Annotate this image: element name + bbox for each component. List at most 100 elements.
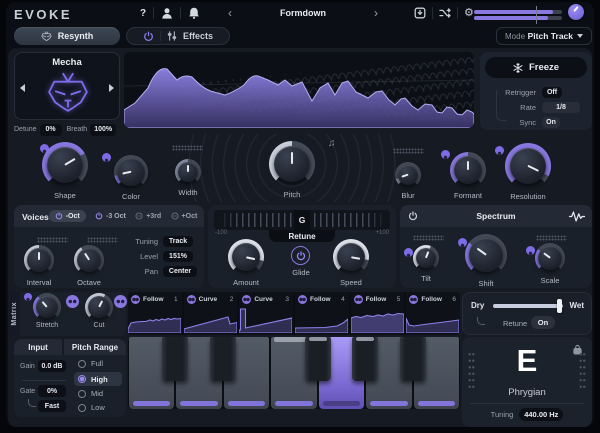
spectral-display[interactable]	[124, 52, 474, 128]
power-icon[interactable]	[143, 31, 154, 42]
radio-icon-selected[interactable]	[78, 375, 86, 383]
interval-knob[interactable]: Interval	[24, 245, 54, 287]
breath-value[interactable]: 100%	[90, 124, 116, 136]
tab-effects[interactable]: Effects	[126, 27, 230, 45]
radio-icon[interactable]	[78, 404, 86, 412]
speed-knob[interactable]: Speed	[333, 239, 369, 287]
key-c-sharp[interactable]	[162, 337, 188, 381]
key-a-sharp[interactable]	[400, 337, 426, 381]
freeze-button[interactable]: Freeze	[485, 57, 587, 78]
modulator-menu-button[interactable]	[242, 295, 251, 304]
modulator-cell[interactable]: Follow 6	[406, 292, 460, 335]
pitch-knob[interactable]: Pitch	[269, 141, 315, 199]
key-f-sharp[interactable]	[305, 337, 331, 381]
gate-mode-button[interactable]: Fast	[38, 400, 66, 412]
scale-name[interactable]: Phrygian	[462, 387, 592, 398]
rate-value[interactable]: 1/8	[542, 102, 580, 113]
source-prev-arrow[interactable]	[20, 84, 25, 92]
range-option-full[interactable]: Full	[78, 359, 103, 368]
power-icon[interactable]	[95, 212, 103, 220]
width-knob[interactable]: Width	[175, 159, 201, 197]
modulator-cell[interactable]: Curve 3	[239, 292, 295, 335]
blur-knob[interactable]: Blur	[395, 162, 421, 200]
stretch-mod-button[interactable]	[66, 295, 79, 308]
save-preset-icon[interactable]	[414, 7, 426, 19]
preset-next-button[interactable]: ›	[374, 6, 378, 20]
preset-name[interactable]: Formdown	[280, 8, 326, 18]
circle-minus-icon[interactable]	[171, 212, 179, 220]
cut-mod-button[interactable]	[114, 295, 127, 308]
voice-tab-3oct-down[interactable]: -3 Oct	[95, 212, 126, 220]
level-value[interactable]: 151%	[163, 251, 193, 262]
detune-value[interactable]: 0%	[40, 124, 62, 136]
gate-value[interactable]: 0%	[38, 385, 66, 397]
mod-indicator[interactable]	[404, 248, 413, 257]
output-meter[interactable]	[474, 9, 562, 21]
voice-tab-oct-down[interactable]: -Oct	[49, 210, 86, 222]
mode-dropdown[interactable]: Mode Pitch Track	[496, 27, 592, 45]
dry-wet-slider[interactable]	[493, 304, 563, 308]
modulator-menu-button[interactable]	[354, 295, 363, 304]
radio-icon[interactable]	[78, 360, 86, 368]
scale-knob[interactable]: Scale	[535, 243, 565, 285]
retune-ruler[interactable]: G	[214, 210, 390, 230]
range-option-mid[interactable]: Mid	[78, 389, 103, 398]
color-knob[interactable]: Color	[114, 155, 148, 201]
modulator-cell[interactable]: Follow 4	[295, 292, 351, 335]
sync-value[interactable]: On	[542, 117, 560, 128]
modulator-cell[interactable]: Curve 2	[184, 292, 240, 335]
modulator-menu-button[interactable]	[131, 295, 140, 304]
voice-tab-oct-up[interactable]: +Oct	[171, 212, 198, 220]
master-volume-knob[interactable]	[568, 4, 584, 20]
preset-prev-button[interactable]: ‹	[228, 6, 232, 20]
mod-indicator[interactable]	[441, 150, 450, 159]
modulator-menu-button[interactable]	[187, 295, 196, 304]
tab-resynth[interactable]: Resynth	[14, 27, 120, 45]
range-option-high[interactable]: High	[74, 372, 122, 386]
circle-minus-icon[interactable]	[135, 212, 143, 220]
modulator-cell[interactable]: Follow 5	[351, 292, 407, 335]
key-d-sharp[interactable]	[210, 337, 236, 381]
power-icon[interactable]	[55, 212, 63, 220]
meter-marker[interactable]	[536, 6, 537, 24]
amount-knob[interactable]: Amount	[228, 239, 264, 287]
gain-value[interactable]: 0.0 dB	[38, 360, 66, 372]
octave-knob[interactable]: Octave	[74, 245, 104, 287]
modulator-menu-button[interactable]	[409, 295, 418, 304]
retrigger-value[interactable]: Off	[542, 87, 562, 98]
mod-indicator[interactable]	[102, 153, 111, 162]
mod-indicator[interactable]	[24, 293, 32, 301]
formant-knob[interactable]: Formant	[450, 152, 486, 200]
mod-indicator[interactable]	[526, 246, 535, 255]
shape-knob[interactable]: Shape	[42, 142, 88, 200]
pan-value[interactable]: Center	[163, 266, 197, 277]
settings-gear-icon[interactable]: ⚙	[464, 8, 474, 19]
waveform-icon[interactable]	[569, 211, 585, 222]
master-tuning-value[interactable]: 440.00 Hz	[519, 408, 563, 421]
keyboard[interactable]	[128, 337, 460, 409]
user-icon[interactable]	[161, 7, 173, 19]
glide-power-button[interactable]	[291, 246, 310, 265]
shift-knob[interactable]: Shift	[465, 234, 507, 288]
tuning-value[interactable]: Track	[163, 236, 193, 247]
randomize-icon[interactable]	[439, 7, 451, 19]
bell-icon[interactable]	[188, 7, 200, 19]
help-icon[interactable]: ?	[140, 8, 146, 19]
stretch-knob[interactable]: Stretch	[33, 293, 61, 329]
cut-knob[interactable]: Cut	[85, 293, 113, 329]
mix-retune-toggle[interactable]: On	[531, 316, 555, 329]
radio-icon[interactable]	[78, 390, 86, 398]
range-option-low[interactable]: Low	[78, 403, 105, 412]
scale-root-note[interactable]: E	[462, 343, 592, 379]
mod-indicator[interactable]	[495, 146, 504, 155]
matrix-tab[interactable]: Matrix	[8, 292, 20, 336]
dry-wet-handle[interactable]	[557, 299, 562, 313]
modulator-cell[interactable]: Follow 1	[128, 292, 184, 335]
resolution-knob[interactable]: Resolution	[505, 143, 551, 201]
music-note-icon[interactable]: ♫	[328, 138, 336, 149]
modulator-menu-button[interactable]	[298, 295, 307, 304]
voice-tab-3rd-up[interactable]: +3rd	[135, 212, 161, 220]
tilt-knob[interactable]: Tilt	[413, 245, 439, 283]
key-g-sharp[interactable]	[352, 337, 378, 381]
source-next-arrow[interactable]	[109, 84, 114, 92]
